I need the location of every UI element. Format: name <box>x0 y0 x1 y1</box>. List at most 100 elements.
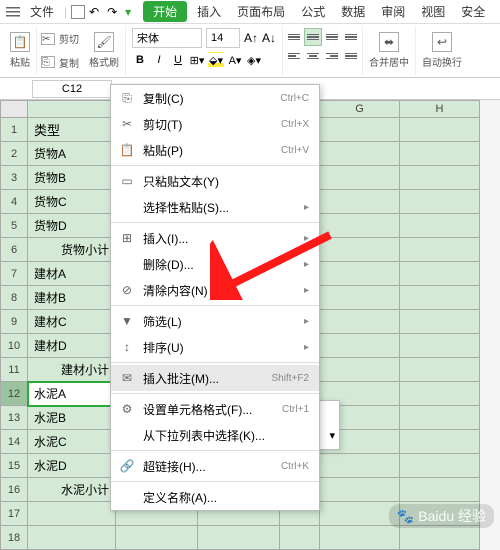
align-right[interactable] <box>323 47 341 65</box>
row-header[interactable]: 14 <box>0 430 28 454</box>
row-header[interactable]: 10 <box>0 334 28 358</box>
file-menu[interactable]: 文件 <box>24 3 60 20</box>
tab-start[interactable]: 开始 <box>143 1 187 22</box>
cell-B9[interactable]: 建材C <box>28 310 116 334</box>
cell-H1[interactable] <box>400 118 480 142</box>
cell-H16[interactable] <box>400 478 480 502</box>
cell-C18[interactable] <box>116 526 198 550</box>
cell-H5[interactable] <box>400 214 480 238</box>
menu-item[interactable]: ✉插入批注(M)...Shift+F2 <box>111 365 319 391</box>
tab-layout[interactable]: 页面布局 <box>231 3 291 20</box>
cell-D18[interactable] <box>198 526 280 550</box>
cell-H13[interactable] <box>400 406 480 430</box>
cell-H18[interactable] <box>400 526 480 550</box>
cell-H15[interactable] <box>400 454 480 478</box>
row-header[interactable]: 17 <box>0 502 28 526</box>
menu-item[interactable]: 🔗超链接(H)...Ctrl+K <box>111 453 319 479</box>
indent-dec[interactable] <box>342 47 360 65</box>
effects-button[interactable]: ◈▾ <box>246 52 262 68</box>
cell-H11[interactable] <box>400 358 480 382</box>
cell-H3[interactable] <box>400 166 480 190</box>
cell-G15[interactable] <box>320 454 400 478</box>
cell-B15[interactable]: 水泥D <box>28 454 116 478</box>
border-button[interactable]: ⊞▾ <box>189 52 205 68</box>
toolbar-btn[interactable]: ↷ <box>107 5 121 19</box>
menu-item[interactable]: 📋粘贴(P)Ctrl+V <box>111 137 319 163</box>
menu-item[interactable]: 删除(D)...▸ <box>111 251 319 277</box>
row-header[interactable]: 18 <box>0 526 28 550</box>
font-name-select[interactable]: 宋体 <box>132 28 202 48</box>
cell-B18[interactable] <box>28 526 116 550</box>
cell-H2[interactable] <box>400 142 480 166</box>
menu-item[interactable]: ⚙设置单元格格式(F)...Ctrl+1 <box>111 396 319 422</box>
cell-H9[interactable] <box>400 310 480 334</box>
underline-button[interactable]: U <box>170 52 186 68</box>
tab-insert[interactable]: 插入 <box>191 3 227 20</box>
menu-item[interactable]: ↕排序(U)▸ <box>111 334 319 360</box>
row-header[interactable]: 8 <box>0 286 28 310</box>
bold-button[interactable]: B <box>132 52 148 68</box>
menu-item[interactable]: ▼筛选(L)▸ <box>111 308 319 334</box>
indent-inc[interactable] <box>342 28 360 46</box>
cell-G7[interactable] <box>320 262 400 286</box>
tab-security[interactable]: 安全 <box>455 3 491 20</box>
row-header[interactable]: 11 <box>0 358 28 382</box>
font-size-select[interactable]: 14 <box>206 28 240 48</box>
toolbar-btn[interactable]: ↶ <box>89 5 103 19</box>
cell-B14[interactable]: 水泥C <box>28 430 116 454</box>
fill-color-button[interactable]: ⬙▾ <box>208 52 224 68</box>
row-header[interactable]: 3 <box>0 166 28 190</box>
cell-B11[interactable]: 建材小计 <box>28 358 116 382</box>
col-H[interactable]: H <box>400 100 480 118</box>
tab-data[interactable]: 数据 <box>335 3 371 20</box>
row-header[interactable]: 16 <box>0 478 28 502</box>
cell-B16[interactable]: 水泥小计 <box>28 478 116 502</box>
menu-item[interactable]: ✂剪切(T)Ctrl+X <box>111 111 319 137</box>
hamburger-icon[interactable] <box>6 7 20 17</box>
row-header[interactable]: 1 <box>0 118 28 142</box>
cell-B8[interactable]: 建材B <box>28 286 116 310</box>
cell-G18[interactable] <box>320 526 400 550</box>
row-header[interactable]: 13 <box>0 406 28 430</box>
menu-item[interactable]: 定义名称(A)... <box>111 484 319 510</box>
cell-H7[interactable] <box>400 262 480 286</box>
wrap-group[interactable]: ↩ 自动换行 <box>416 26 468 75</box>
cell-B17[interactable] <box>28 502 116 526</box>
toolbar-btn[interactable]: ▾ <box>125 5 139 19</box>
col-G[interactable]: G <box>320 100 400 118</box>
menu-item[interactable]: ▭只粘贴文本(Y) <box>111 168 319 194</box>
row-header[interactable]: 2 <box>0 142 28 166</box>
row-header[interactable]: 15 <box>0 454 28 478</box>
merge-group[interactable]: ⬌ 合并居中 <box>363 26 416 75</box>
cell-G4[interactable] <box>320 190 400 214</box>
row-header[interactable]: 9 <box>0 310 28 334</box>
cell-H6[interactable] <box>400 238 480 262</box>
menu-item[interactable]: 从下拉列表中选择(K)... <box>111 422 319 448</box>
cell-E18[interactable] <box>280 526 320 550</box>
cell-B1[interactable]: 类型 <box>28 118 116 142</box>
formatpainter-group[interactable]: 🖌 格式刷 <box>83 26 126 75</box>
cut-button[interactable]: ✂剪切 <box>41 28 79 50</box>
row-header[interactable]: 5 <box>0 214 28 238</box>
cell-B7[interactable]: 建材A <box>28 262 116 286</box>
cell-B6[interactable]: 货物小计 <box>28 238 116 262</box>
cell-G8[interactable] <box>320 286 400 310</box>
cell-H10[interactable] <box>400 334 480 358</box>
copy-button[interactable]: ⎘复制 <box>41 52 79 74</box>
align-top[interactable] <box>285 28 303 46</box>
cell-B10[interactable]: 建材D <box>28 334 116 358</box>
cell-B3[interactable]: 货物B <box>28 166 116 190</box>
grow-font-icon[interactable]: A↑ <box>244 31 258 45</box>
align-middle[interactable] <box>304 28 322 46</box>
select-all-corner[interactable] <box>0 100 28 118</box>
cell-reference-input[interactable] <box>32 80 112 98</box>
tab-view[interactable]: 视图 <box>415 3 451 20</box>
cell-H4[interactable] <box>400 190 480 214</box>
cell-B13[interactable]: 水泥B <box>28 406 116 430</box>
menu-item[interactable]: 选择性粘贴(S)...▸ <box>111 194 319 220</box>
align-left[interactable] <box>285 47 303 65</box>
cell-H14[interactable] <box>400 430 480 454</box>
cell-G9[interactable] <box>320 310 400 334</box>
cell-G16[interactable] <box>320 478 400 502</box>
cell-B2[interactable]: 货物A <box>28 142 116 166</box>
